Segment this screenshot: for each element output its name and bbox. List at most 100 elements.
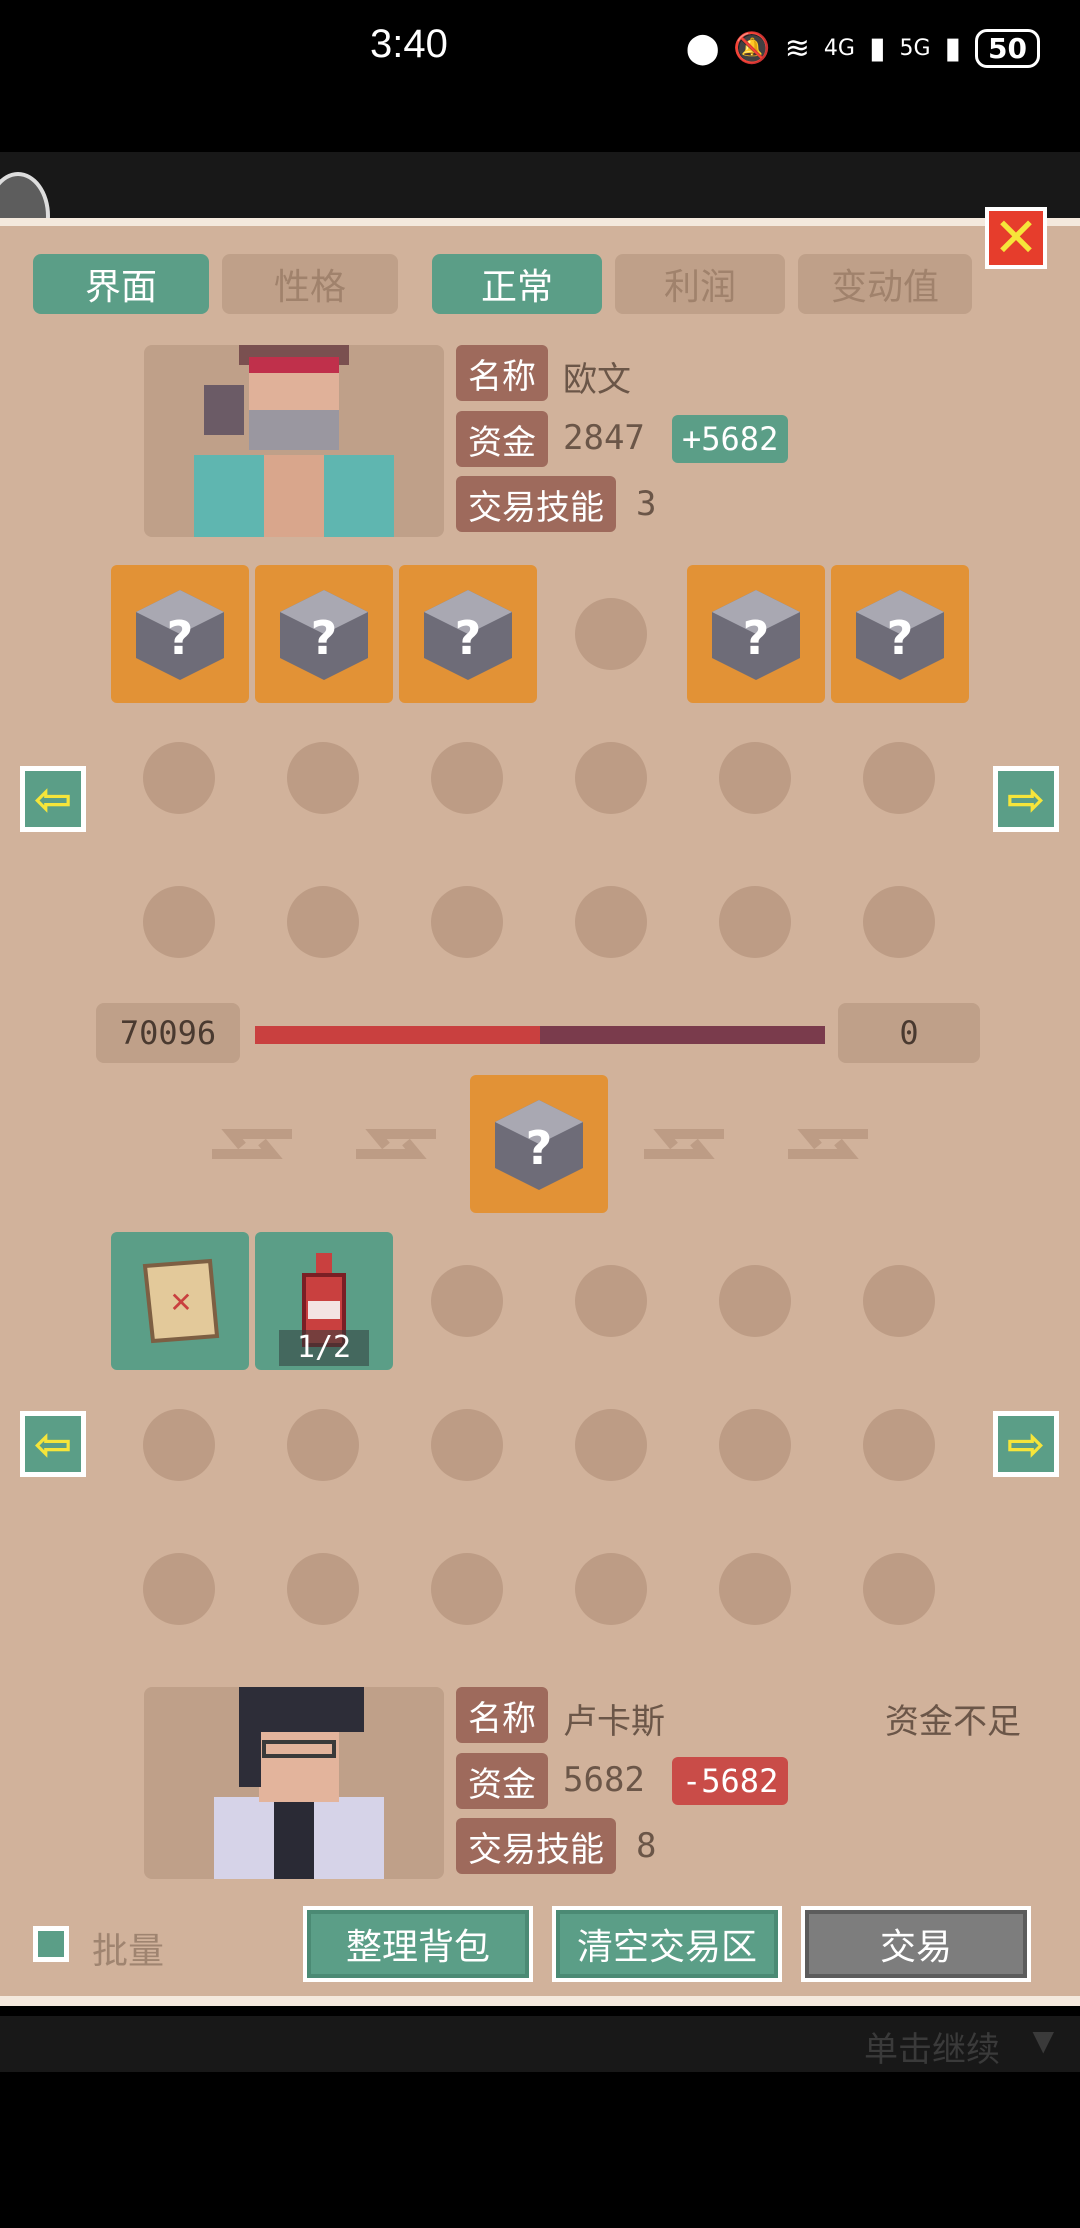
- merchant-next-page-button[interactable]: ⇨: [993, 766, 1059, 832]
- merchant-skill: 3: [636, 484, 657, 524]
- batch-checkbox[interactable]: [33, 1926, 69, 1962]
- empty-slot[interactable]: [719, 742, 791, 814]
- status-bar: 3:40 ⬤ 🔕 ≋ 4G ▮ 5G ▮ 50: [0, 0, 1080, 100]
- empty-slot[interactable]: [863, 1409, 935, 1481]
- merchant-slot-3[interactable]: ?: [399, 565, 537, 703]
- empty-slot[interactable]: [431, 1409, 503, 1481]
- clear-trade-button[interactable]: 清空交易区: [552, 1906, 782, 1982]
- empty-slot[interactable]: [431, 1265, 503, 1337]
- unknown-item-icon: ?: [712, 590, 800, 680]
- empty-slot[interactable]: [431, 886, 503, 958]
- empty-slot[interactable]: [863, 1553, 935, 1625]
- swap-icon: [644, 1129, 724, 1159]
- empty-slot[interactable]: [719, 886, 791, 958]
- svg-text:✕: ✕: [169, 1286, 192, 1319]
- merchant-portrait: [144, 345, 444, 537]
- player-funds-label: 资金: [456, 1753, 548, 1809]
- empty-slot[interactable]: [719, 1409, 791, 1481]
- trade-slot[interactable]: ?: [470, 1075, 608, 1213]
- swap-icon: [356, 1129, 436, 1159]
- network-4g-label: 4G: [823, 35, 855, 61]
- location-icon: ⬤: [685, 30, 720, 66]
- player-name-label: 名称: [456, 1687, 548, 1743]
- player-skill-label: 交易技能: [456, 1818, 616, 1874]
- merchant-slot-2[interactable]: ?: [255, 565, 393, 703]
- merchant-slot-6[interactable]: ?: [831, 565, 969, 703]
- empty-slot[interactable]: [143, 1553, 215, 1625]
- tab-personality[interactable]: 性格: [222, 254, 398, 314]
- merchant-name: 欧文: [563, 360, 631, 400]
- svg-text:?: ?: [526, 1121, 553, 1175]
- empty-slot[interactable]: [287, 886, 359, 958]
- merchant-funds: 2847: [563, 418, 645, 458]
- inventory-next-page-button[interactable]: ⇨: [993, 1411, 1059, 1477]
- inventory-slot-bottle[interactable]: 1/2: [255, 1232, 393, 1370]
- game-top-bar: [0, 152, 1080, 218]
- empty-slot[interactable]: [575, 1553, 647, 1625]
- inventory-prev-page-button[interactable]: ⇦: [20, 1411, 86, 1477]
- empty-slot[interactable]: [575, 598, 647, 670]
- empty-slot[interactable]: [287, 742, 359, 814]
- empty-slot[interactable]: [575, 742, 647, 814]
- empty-slot[interactable]: [287, 1553, 359, 1625]
- inventory-slot-map[interactable]: ✕: [111, 1232, 249, 1370]
- svg-text:?: ?: [743, 611, 770, 665]
- network-5g-label: 5G: [899, 35, 931, 61]
- chevron-down-icon: ▼: [1032, 2024, 1054, 2057]
- merchant-prev-page-button[interactable]: ⇦: [20, 766, 86, 832]
- tab-profit[interactable]: 利润: [615, 254, 785, 314]
- tab-normal[interactable]: 正常: [432, 254, 602, 314]
- empty-slot[interactable]: [431, 1553, 503, 1625]
- insufficient-funds-warning: 资金不足: [885, 1702, 1021, 1742]
- empty-slot[interactable]: [863, 886, 935, 958]
- empty-slot[interactable]: [143, 1409, 215, 1481]
- treasure-map-icon: ✕: [142, 1258, 220, 1344]
- player-funds: 5682: [563, 1760, 645, 1800]
- unknown-item-icon: ?: [856, 590, 944, 680]
- empty-slot[interactable]: [719, 1265, 791, 1337]
- signal-icon: ▮: [868, 30, 886, 66]
- arrow-right-icon: ⇨: [998, 1416, 1054, 1472]
- svg-text:?: ?: [887, 611, 914, 665]
- signal-icon-2: ▮: [944, 30, 962, 66]
- arrow-right-icon: ⇨: [998, 771, 1054, 827]
- player-portrait: [144, 1687, 444, 1879]
- empty-slot[interactable]: [143, 742, 215, 814]
- close-button[interactable]: ✕: [985, 207, 1047, 269]
- svg-text:?: ?: [311, 611, 338, 665]
- merchant-funds-delta: +5682: [672, 415, 789, 463]
- trade-balance-fill: [255, 1026, 540, 1044]
- empty-slot[interactable]: [575, 886, 647, 958]
- merchant-funds-label: 资金: [456, 411, 548, 467]
- trade-button[interactable]: 交易: [801, 1906, 1031, 1982]
- empty-slot[interactable]: [863, 742, 935, 814]
- empty-slot[interactable]: [287, 1409, 359, 1481]
- unknown-item-icon: ?: [280, 590, 368, 680]
- unknown-item-icon: ?: [136, 590, 224, 680]
- svg-text:?: ?: [167, 611, 194, 665]
- empty-slot[interactable]: [863, 1265, 935, 1337]
- empty-slot[interactable]: [143, 886, 215, 958]
- merchant-slot-1[interactable]: ?: [111, 565, 249, 703]
- svg-text:?: ?: [455, 611, 482, 665]
- merchant-name-label: 名称: [456, 345, 548, 401]
- batch-label: 批量: [92, 1931, 165, 1972]
- tab-variation[interactable]: 变动值: [798, 254, 972, 314]
- merchant-slot-5[interactable]: ?: [687, 565, 825, 703]
- empty-slot[interactable]: [575, 1409, 647, 1481]
- status-icons: ⬤ 🔕 ≋ 4G ▮ 5G ▮ 50: [686, 22, 1040, 74]
- empty-slot[interactable]: [575, 1265, 647, 1337]
- empty-slot[interactable]: [719, 1553, 791, 1625]
- tab-interface[interactable]: 界面: [33, 254, 209, 314]
- clock: 3:40: [370, 22, 448, 66]
- close-icon: ✕: [989, 211, 1043, 265]
- trade-right-value: 0: [838, 1003, 980, 1063]
- continue-hint[interactable]: 单击继续: [864, 2022, 1000, 2071]
- sort-inventory-button[interactable]: 整理背包: [303, 1906, 533, 1982]
- empty-slot[interactable]: [431, 742, 503, 814]
- bottle-count: 1/2: [279, 1330, 369, 1366]
- arrow-left-icon: ⇦: [25, 1416, 81, 1472]
- player-name: 卢卡斯: [563, 1702, 665, 1742]
- swap-icon: [788, 1129, 868, 1159]
- battery-icon: 50: [975, 28, 1040, 68]
